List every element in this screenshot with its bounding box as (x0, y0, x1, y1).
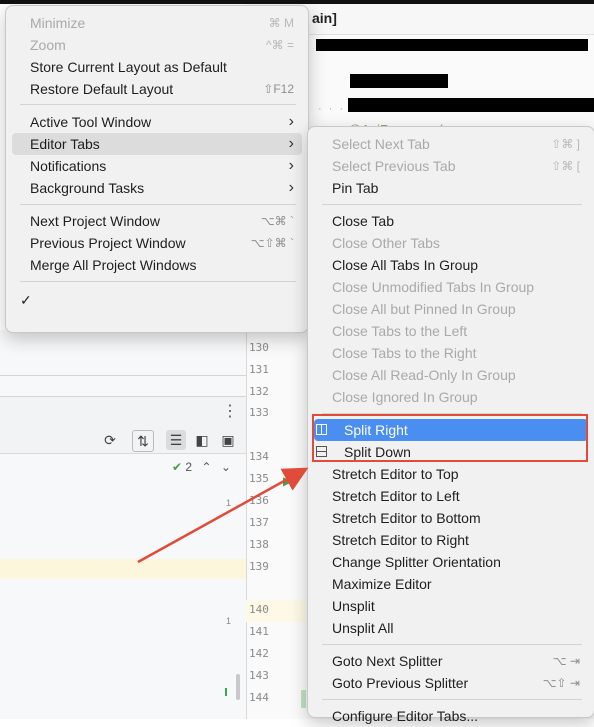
annotation-arrow (137, 467, 309, 564)
